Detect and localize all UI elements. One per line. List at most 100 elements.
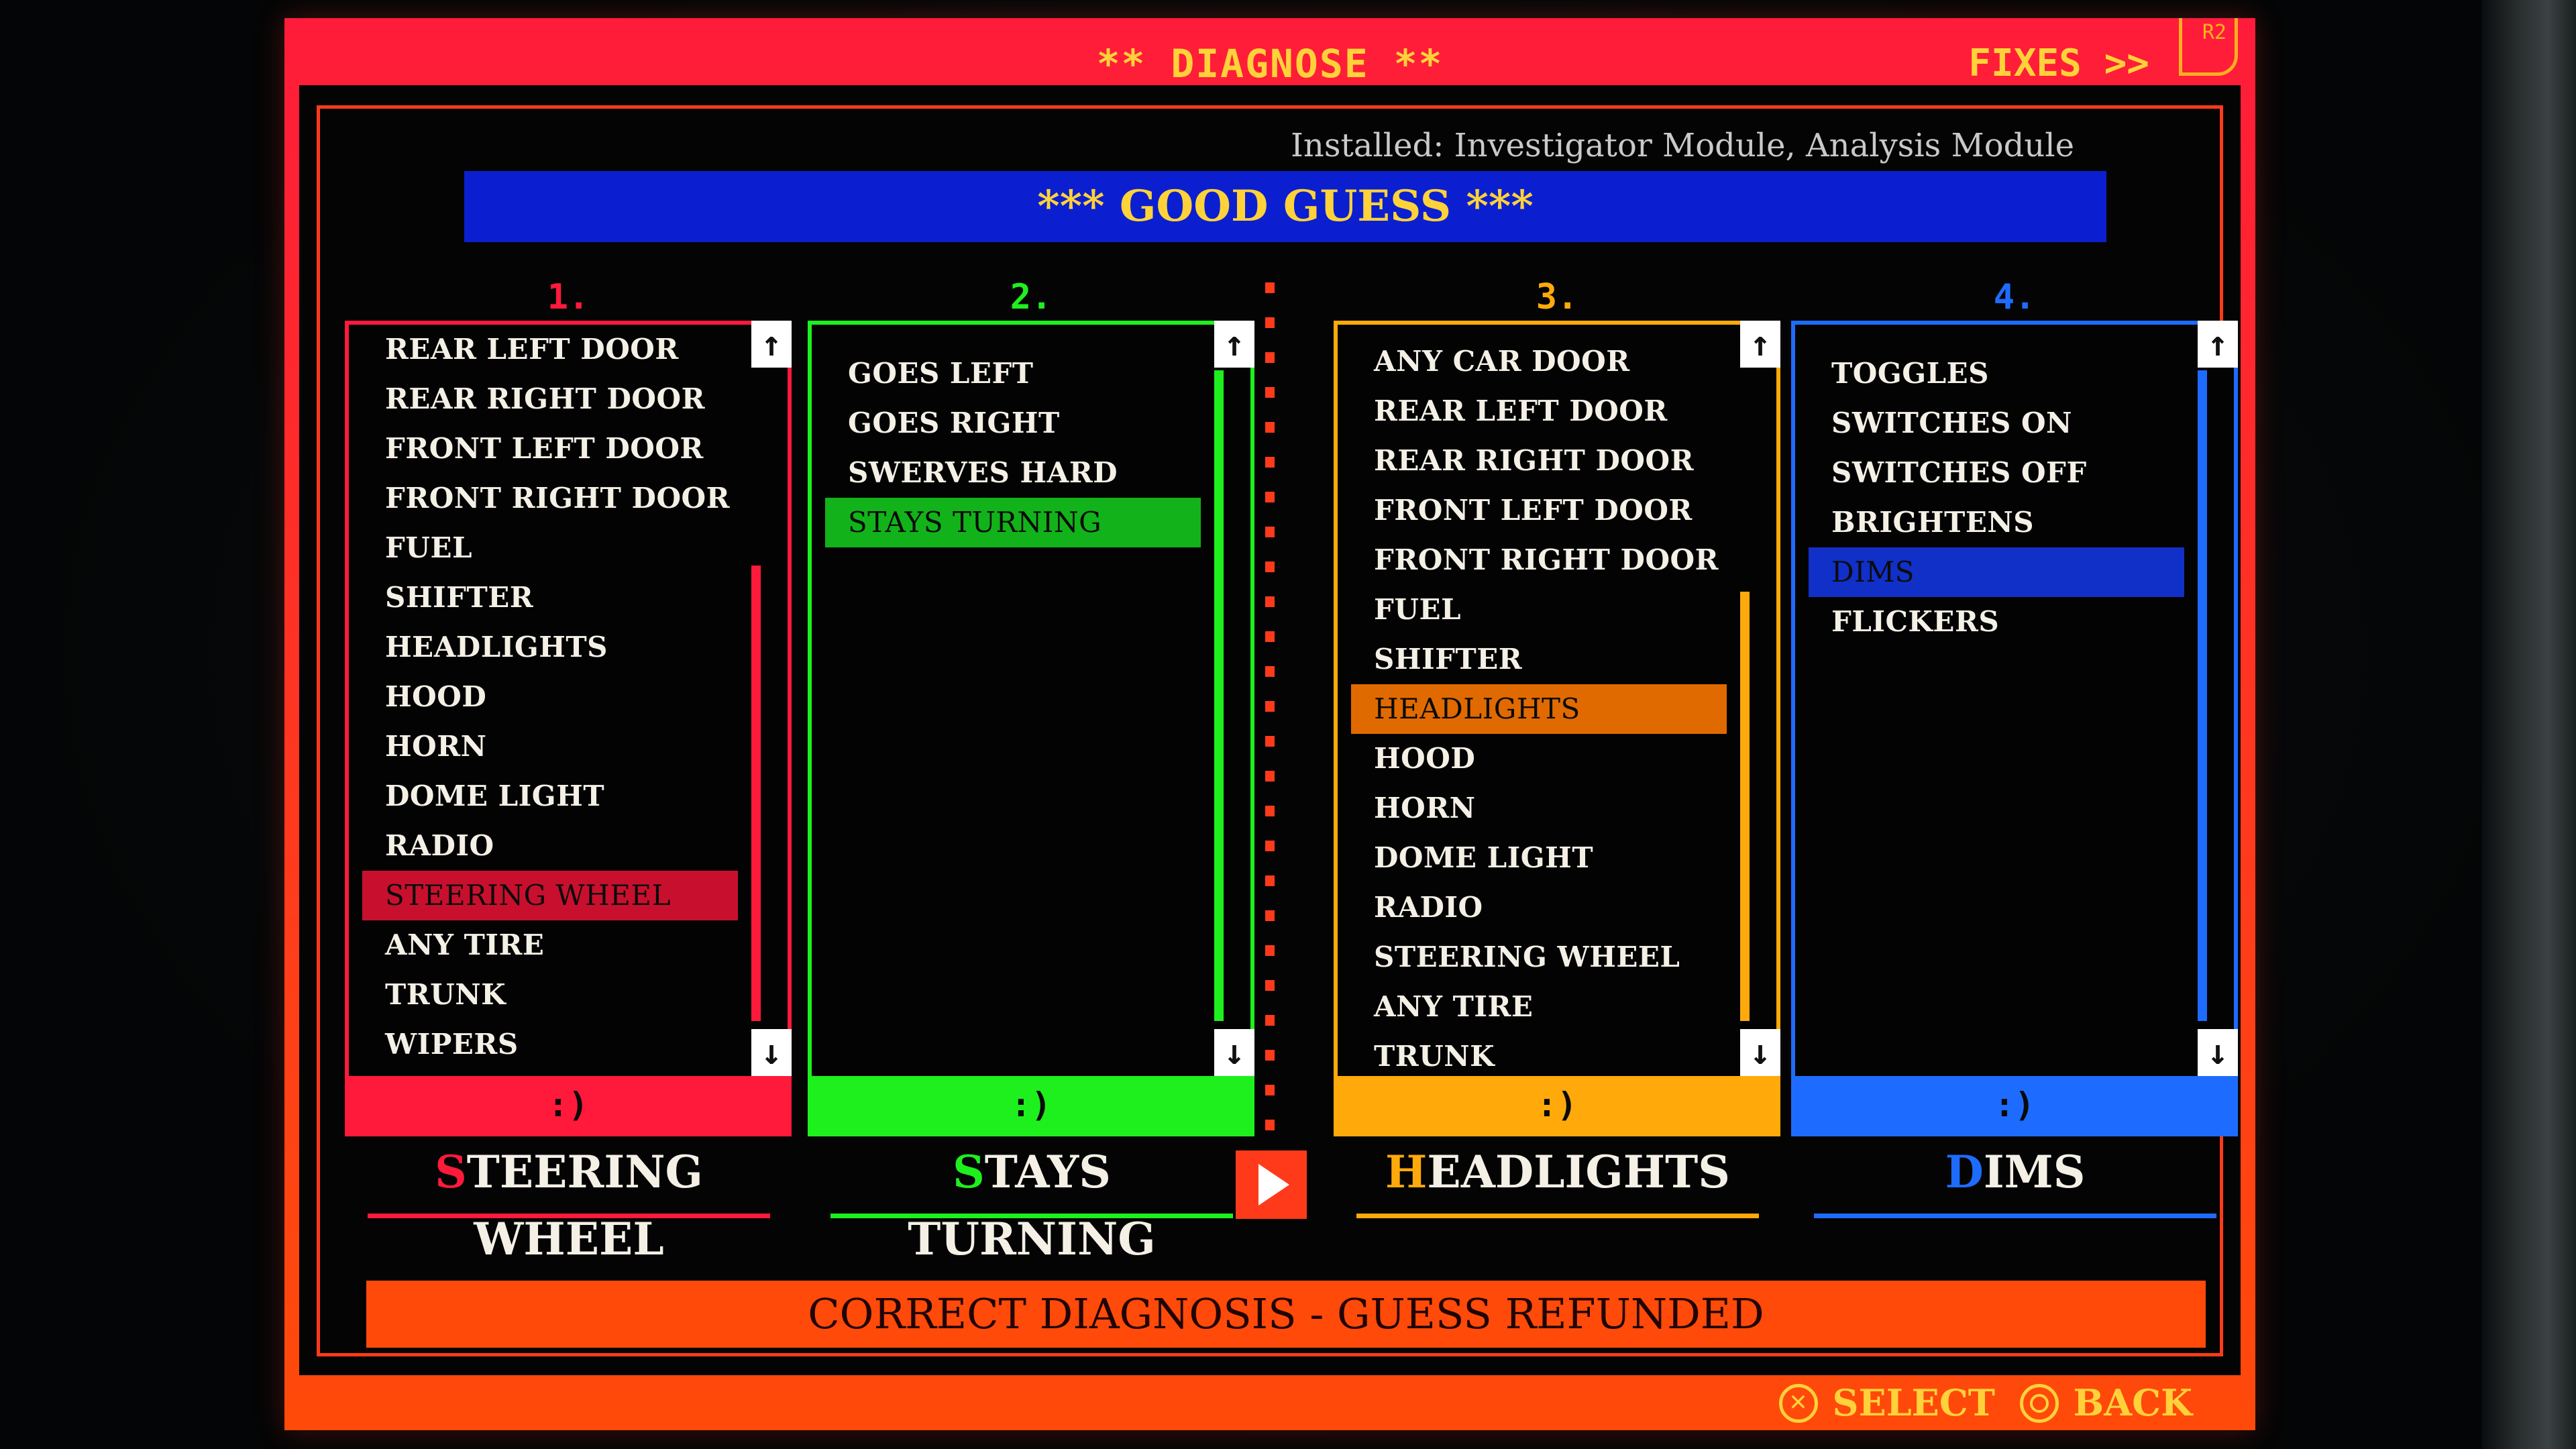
list-item-selected[interactable]: STEERING WHEEL	[362, 871, 738, 920]
list-item[interactable]: SHIFTER	[362, 573, 738, 623]
scrollbar-track[interactable]	[1214, 370, 1224, 1021]
list-item[interactable]: REAR LEFT DOOR	[362, 325, 738, 374]
selection-underline	[1814, 1214, 2216, 1218]
list-item[interactable]: ANY TIRE	[362, 920, 738, 970]
list-item[interactable]: ANY TIRE	[1351, 982, 1727, 1032]
symptom-list: GOES LEFT GOES RIGHT SWERVES HARD STAYS TUR…	[825, 349, 1201, 1100]
list-item[interactable]: TRUNK	[1351, 1032, 1727, 1081]
list-item-selected[interactable]: HEADLIGHTS	[1351, 684, 1727, 734]
scroll-up-arrow-icon[interactable]: ↑	[751, 321, 792, 368]
scrollbar-thumb[interactable]	[2198, 370, 2207, 1021]
scroll-down-arrow-icon[interactable]: ↓	[1214, 1029, 1254, 1076]
circle-button-icon	[2019, 1383, 2059, 1423]
guess-result-banner: *** GOOD GUESS ***	[464, 171, 2106, 242]
list-item[interactable]: RADIO	[1351, 883, 1727, 932]
play-icon	[1258, 1164, 1289, 1205]
selection-initial: S	[953, 1146, 985, 1198]
installed-modules-text: Installed: Investigator Module, Analysis…	[1290, 127, 2074, 164]
list-item[interactable]: SWITCHES OFF	[1809, 448, 2184, 498]
list-item[interactable]: REAR RIGHT DOOR	[362, 374, 738, 424]
diagnosis-result-bar: CORRECT DIAGNOSIS - GUESS REFUNDED	[366, 1281, 2206, 1348]
scrollbar-track[interactable]	[751, 370, 761, 1021]
list-item[interactable]: REAR RIGHT DOOR	[1351, 436, 1727, 486]
panel-footer-smiley: :)	[1334, 1076, 1780, 1136]
scrollbar-track[interactable]	[2198, 370, 2207, 1021]
back-hint[interactable]: BACK	[2019, 1379, 2192, 1426]
list-item[interactable]: SWERVES HARD	[825, 448, 1201, 498]
diagnose-monitor: ** DIAGNOSE ** FIXES >> R2 Installed: In…	[284, 18, 2255, 1430]
play-arrow-button[interactable]	[1236, 1150, 1307, 1219]
selection-label-part: HEADLIGHTS	[1356, 1138, 1759, 1205]
scroll-up-arrow-icon[interactable]: ↑	[1740, 321, 1780, 368]
back-label: BACK	[2073, 1381, 2192, 1424]
selection-initial: S	[435, 1146, 467, 1198]
scrollbar-thumb[interactable]	[1740, 591, 1750, 1021]
list-item-selected[interactable]: DIMS	[1809, 547, 2184, 597]
list-item[interactable]: HORN	[1351, 784, 1727, 833]
list-item[interactable]: TOGGLES	[1809, 349, 2184, 398]
list-item[interactable]: SHIFTER	[1351, 635, 1727, 684]
scrollbar-thumb[interactable]	[1214, 370, 1224, 1021]
list-item[interactable]: FRONT LEFT DOOR	[362, 424, 738, 474]
scrollbar-track[interactable]	[1740, 370, 1750, 1021]
selection-underline	[1356, 1214, 1759, 1218]
scroll-down-arrow-icon[interactable]: ↓	[1740, 1029, 1780, 1076]
scroll-down-arrow-icon[interactable]: ↓	[751, 1029, 792, 1076]
list-item[interactable]: TRUNK	[362, 970, 738, 1020]
list-item[interactable]: FRONT LEFT DOOR	[1351, 486, 1727, 535]
scroll-up-arrow-icon[interactable]: ↑	[2198, 321, 2238, 368]
list-item[interactable]: FUEL	[362, 523, 738, 573]
select-hint[interactable]: ✕ SELECT	[1778, 1379, 1995, 1426]
list-item[interactable]: WIPERS	[362, 1020, 738, 1069]
select-label: SELECT	[1832, 1381, 1995, 1424]
controls-bar: ✕ SELECT BACK	[284, 1375, 2255, 1430]
selection-underline	[368, 1214, 770, 1218]
column-number-3: 3.	[1536, 277, 1578, 317]
r2-button-icon: R2	[2179, 18, 2238, 76]
column-number-2: 2.	[1010, 277, 1053, 317]
selection-label-part: STEERING WHEEL	[368, 1138, 770, 1265]
list-item[interactable]: HOOD	[1351, 734, 1727, 784]
panel-footer-smiley: :)	[345, 1076, 792, 1136]
background-wall	[2482, 0, 2576, 1449]
panel-footer-smiley: :)	[808, 1076, 1254, 1136]
selection-initial: D	[1945, 1146, 1984, 1198]
list-item[interactable]: GOES LEFT	[825, 349, 1201, 398]
list-item[interactable]: DOME LIGHT	[362, 771, 738, 821]
scroll-down-arrow-icon[interactable]: ↓	[2198, 1029, 2238, 1076]
list-item-selected[interactable]: STAYS TURNING	[825, 498, 1201, 547]
part-list-panel: ANY CAR DOOR REAR LEFT DOOR REAR RIGHT DOO…	[1334, 321, 1780, 1136]
selection-underline	[830, 1214, 1233, 1218]
symptom-list: TOGGLES SWITCHES ON SWITCHES OFF BRIGHTENS D…	[1809, 349, 2184, 1100]
part-list: ANY CAR DOOR REAR LEFT DOOR REAR RIGHT DOO…	[1351, 337, 1727, 1088]
list-item[interactable]: HOOD	[362, 672, 738, 722]
diagnose-screen: Installed: Investigator Module, Analysis…	[299, 85, 2241, 1375]
selection-initial: H	[1385, 1146, 1428, 1198]
list-item[interactable]: SWITCHES ON	[1809, 398, 2184, 448]
game-screen: ** DIAGNOSE ** FIXES >> R2 Installed: In…	[0, 0, 2576, 1449]
column-number-1: 1.	[547, 277, 590, 317]
list-item[interactable]: STEERING WHEEL	[1351, 932, 1727, 982]
list-item[interactable]: BRIGHTENS	[1809, 498, 2184, 547]
cross-button-icon: ✕	[1778, 1383, 1818, 1423]
list-item[interactable]: RADIO	[362, 821, 738, 871]
scroll-up-arrow-icon[interactable]: ↑	[1214, 321, 1254, 368]
symptom-list-panel: GOES LEFT GOES RIGHT SWERVES HARD STAYS TUR…	[808, 321, 1254, 1136]
symptom-list-panel: TOGGLES SWITCHES ON SWITCHES OFF BRIGHTENS D…	[1791, 321, 2238, 1136]
list-item[interactable]: GOES RIGHT	[825, 398, 1201, 448]
column-number-4: 4.	[1993, 277, 2036, 317]
list-item[interactable]: FRONT RIGHT DOOR	[362, 474, 738, 523]
scrollbar-thumb[interactable]	[751, 566, 761, 1021]
list-item[interactable]: DOME LIGHT	[1351, 833, 1727, 883]
list-item[interactable]: FUEL	[1351, 585, 1727, 635]
list-item[interactable]: REAR LEFT DOOR	[1351, 386, 1727, 436]
list-item[interactable]: HEADLIGHTS	[362, 623, 738, 672]
list-item[interactable]: FRONT RIGHT DOOR	[1351, 535, 1727, 585]
list-item[interactable]: HORN	[362, 722, 738, 771]
list-item[interactable]: ANY CAR DOOR	[1351, 337, 1727, 386]
selection-label-symptom: STAYS TURNING	[830, 1138, 1233, 1265]
selection-rest: IMS	[1983, 1146, 2086, 1198]
list-item[interactable]: FLICKERS	[1809, 597, 2184, 647]
part-list-panel: REAR LEFT DOOR REAR RIGHT DOOR FRONT LEFT …	[345, 321, 792, 1136]
column-divider	[1265, 282, 1275, 1130]
